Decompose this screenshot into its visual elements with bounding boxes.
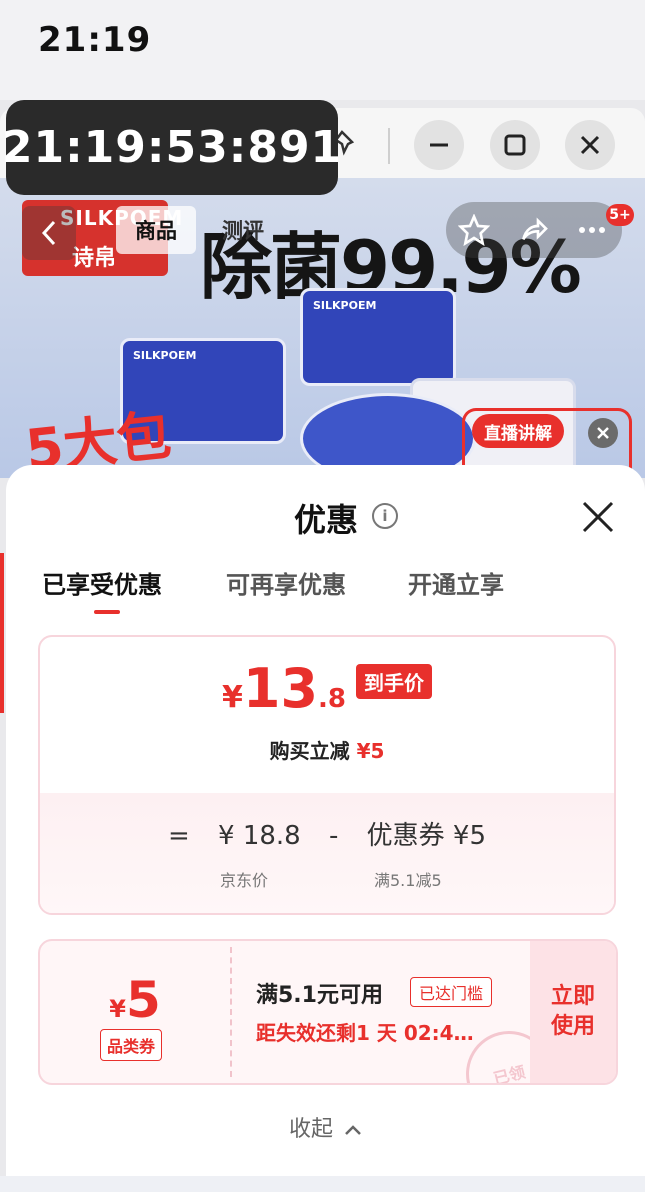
package-label: SILKPOEM xyxy=(313,299,377,312)
brand-cn: 诗帛 xyxy=(72,246,117,271)
cart-count-badge: 5+ xyxy=(606,204,634,226)
divider xyxy=(388,128,390,164)
tab-available[interactable]: 可再享优惠 xyxy=(226,565,346,600)
tab-applied[interactable]: 已享受优惠 xyxy=(42,565,162,600)
final-price: ¥ 13 .8 到手价 xyxy=(40,657,614,720)
maximize-button[interactable] xyxy=(490,120,540,170)
base-price-label: 京东价 xyxy=(220,871,269,890)
coupon-divider xyxy=(230,947,232,1077)
coupon-card[interactable]: ¥5 品类券 满5.1元可用 已达门槛 距失效还剩1 天 02:4… 已领 立即… xyxy=(38,939,618,1085)
price-card: ¥ 13 .8 到手价 购买立减 ¥5 = ¥ 18.8 - 优惠券 ¥5 京东… xyxy=(38,635,616,915)
coupon-currency: ¥ xyxy=(109,995,126,1023)
buy-discount-label: 购买立减 xyxy=(269,739,350,763)
status-time: 21:19 xyxy=(38,20,152,60)
price-calculation: = ¥ 18.8 - 优惠券 ¥5 京东价 满5.1减5 xyxy=(40,793,614,913)
minus-sign: - xyxy=(329,821,339,851)
tab-underline xyxy=(94,610,120,614)
share-icon[interactable] xyxy=(514,210,554,250)
coupon-expiry: 距失效还剩1 天 02:4… xyxy=(256,1021,474,1045)
action-group xyxy=(446,202,622,258)
chevron-up-icon xyxy=(345,1125,361,1135)
coupon-condition-label: 满5.1减5 xyxy=(374,871,442,890)
back-button[interactable] xyxy=(22,206,76,260)
buy-discount-value: ¥5 xyxy=(356,739,385,763)
minimize-button[interactable] xyxy=(414,120,464,170)
discount-tabs: 已享受优惠 可再享优惠 开通立享 xyxy=(6,565,645,615)
tab-subscribe[interactable]: 开通立享 xyxy=(408,565,504,600)
star-icon[interactable] xyxy=(454,210,494,250)
price-decimal: .8 xyxy=(318,684,346,714)
threshold-badge: 已达门槛 xyxy=(410,977,493,1007)
close-sheet-button[interactable] xyxy=(578,497,618,537)
close-window-button[interactable] xyxy=(565,120,615,170)
live-button[interactable]: 直播讲解 xyxy=(472,414,564,448)
timer-badge: 21:19:53:891 xyxy=(2,100,341,195)
use-now-label: 立即使用 xyxy=(550,984,595,1039)
discount-sheet: 优惠 i 已享受优惠 可再享优惠 开通立享 ¥ 13 .8 到手价 购买立减 ¥… xyxy=(6,465,645,1192)
base-price: ¥ 18.8 xyxy=(218,821,301,851)
use-now-button[interactable]: 立即使用 xyxy=(530,941,616,1083)
coupon-deduction: 优惠券 ¥5 xyxy=(366,821,487,851)
final-price-tag: 到手价 xyxy=(356,663,432,699)
sheet-title: 优惠 xyxy=(294,501,359,539)
price-currency: ¥ xyxy=(222,680,243,715)
package-image: SILKPOEM xyxy=(300,288,456,386)
equals-sign: = xyxy=(167,821,190,851)
product-image[interactable]: SILKPOEM 诗帛 除菌99.9% SILKPOEM SILKPOEM 5大… xyxy=(0,178,645,478)
tab-review[interactable]: 测评 xyxy=(210,206,276,254)
info-icon[interactable]: i xyxy=(372,503,398,529)
calc-line: = ¥ 18.8 - 优惠券 ¥5 xyxy=(40,815,614,852)
left-edge-accent xyxy=(0,553,4,713)
coupon-amount: ¥5 xyxy=(40,971,230,1029)
bottom-strip xyxy=(0,1176,645,1192)
status-bar: 21:19 xyxy=(0,0,645,100)
package-label: SILKPOEM xyxy=(133,349,197,362)
coupon-condition: 满5.1元可用 xyxy=(256,983,383,1008)
buy-discount-line: 购买立减 ¥5 xyxy=(40,735,614,764)
coupon-type-badge: 品类券 xyxy=(100,1029,163,1061)
coupon-value: 5 xyxy=(125,971,161,1029)
tab-product[interactable]: 商品 xyxy=(116,206,196,254)
coupon-value-area: ¥5 品类券 xyxy=(40,941,230,1083)
price-integer: 13 xyxy=(242,657,319,720)
collapse-button[interactable]: 收起 xyxy=(6,1111,645,1143)
live-close-button[interactable] xyxy=(588,418,618,448)
collapse-label: 收起 xyxy=(288,1117,333,1142)
